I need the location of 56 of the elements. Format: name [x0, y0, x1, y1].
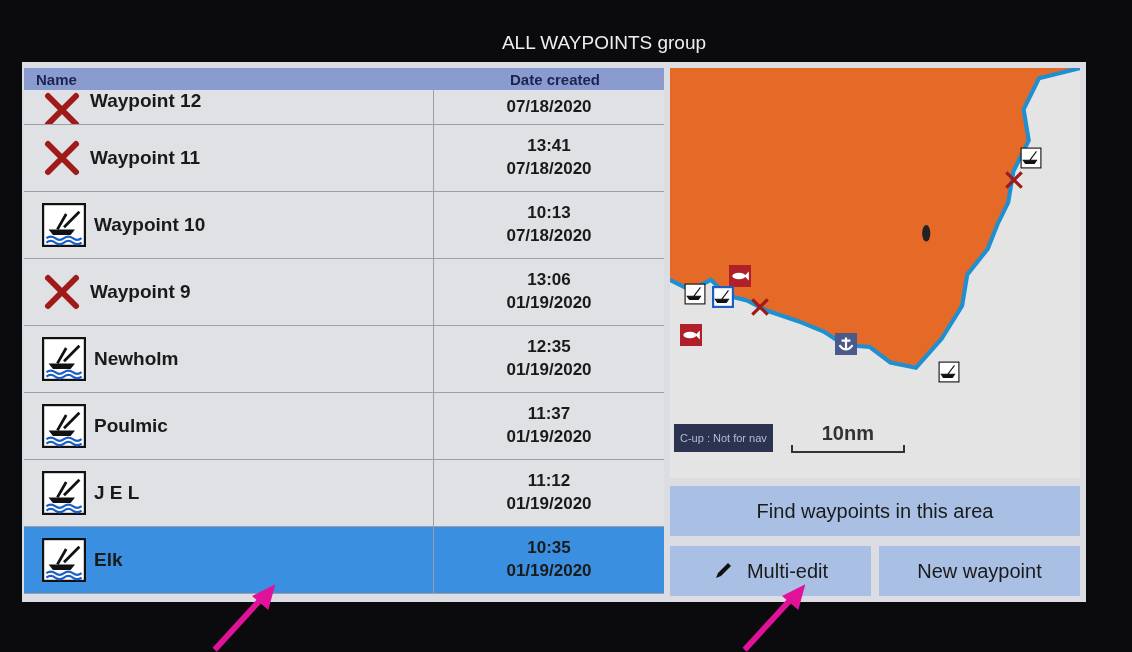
- time-text: 10:13: [527, 202, 571, 225]
- fishing-boat-icon: [42, 337, 86, 381]
- date-text: 07/18/2020: [506, 158, 592, 180]
- waypoint-name: Waypoint 12: [90, 90, 202, 112]
- cross-icon: [749, 295, 772, 318]
- time-text: 12:35: [527, 336, 571, 359]
- waypoint-name: J E L: [94, 482, 140, 504]
- time-text: 13:41: [527, 135, 571, 158]
- waypoint-row[interactable]: Waypoint 10 10:13 07/18/2020: [24, 192, 664, 259]
- waypoint-row[interactable]: Elk 10:35 01/19/2020: [24, 527, 664, 594]
- date-text: 01/19/2020: [506, 292, 592, 314]
- find-waypoints-button[interactable]: Find waypoints in this area: [670, 486, 1080, 536]
- fish-icon: [679, 323, 702, 346]
- cross-icon: [1003, 168, 1026, 191]
- time-text: 11:37: [527, 403, 571, 426]
- waypoint-name: Waypoint 11: [90, 147, 201, 169]
- time-text: 11:12: [527, 470, 571, 493]
- fishing-boat-icon: [42, 203, 86, 247]
- waypoint-name: Poulmic: [94, 415, 168, 437]
- fishing-boat-icon: [683, 283, 706, 306]
- waypoint-row[interactable]: Waypoint 9 13:06 01/19/2020: [24, 259, 664, 326]
- waypoint-row[interactable]: Waypoint 11 13:41 07/18/2020: [24, 125, 664, 192]
- column-header: Date created: [508, 70, 601, 88]
- date-text: 01/19/2020: [506, 359, 592, 381]
- date-text: 01/19/2020: [506, 493, 592, 515]
- waypoint-row[interactable]: Poulmic 11:37 01/19/2020: [24, 393, 664, 460]
- waypoint-row[interactable]: J E L 11:12 01/19/2020: [24, 460, 664, 527]
- chart-map[interactable]: C-up : Not for nav 10nm: [670, 68, 1080, 478]
- fishing-boat-icon: [712, 286, 735, 309]
- cross-icon: [42, 272, 82, 312]
- anchor-icon: [835, 332, 858, 355]
- new-waypoint-button[interactable]: New waypoint: [879, 546, 1080, 596]
- chart-orientation-label: C-up : Not for nav: [674, 423, 773, 452]
- waypoint-name: Waypoint 9: [90, 281, 191, 303]
- fishing-boat-icon: [42, 538, 86, 582]
- waypoint-row[interactable]: Waypoint 12 07/18/2020: [24, 90, 664, 125]
- cross-icon: [42, 90, 82, 124]
- time-text: 10:35: [527, 537, 571, 560]
- time-text: 13:06: [527, 269, 571, 292]
- waypoint-row[interactable]: Newholm 12:35 01/19/2020: [24, 326, 664, 393]
- fishing-boat-icon: [42, 471, 86, 515]
- waypoint-name: Waypoint 10: [94, 214, 206, 236]
- date-text: 07/18/2020: [506, 225, 592, 247]
- fishing-boat-icon: [1019, 146, 1042, 169]
- window-title: ALL WAYPOINTS group: [500, 31, 708, 55]
- waypoint-name: Newholm: [94, 348, 179, 370]
- scale-label: 10nm: [821, 422, 874, 445]
- waypoint-name: Elk: [94, 549, 123, 571]
- fishing-boat-icon: [937, 360, 960, 383]
- date-text: 01/19/2020: [506, 560, 592, 582]
- cross-icon: [42, 138, 82, 178]
- column-header: Name: [35, 70, 78, 88]
- multi-edit-button[interactable]: Multi-edit: [670, 546, 871, 596]
- fishing-boat-icon: [42, 404, 86, 448]
- date-text: 07/18/2020: [506, 95, 592, 118]
- date-text: 01/19/2020: [506, 426, 592, 448]
